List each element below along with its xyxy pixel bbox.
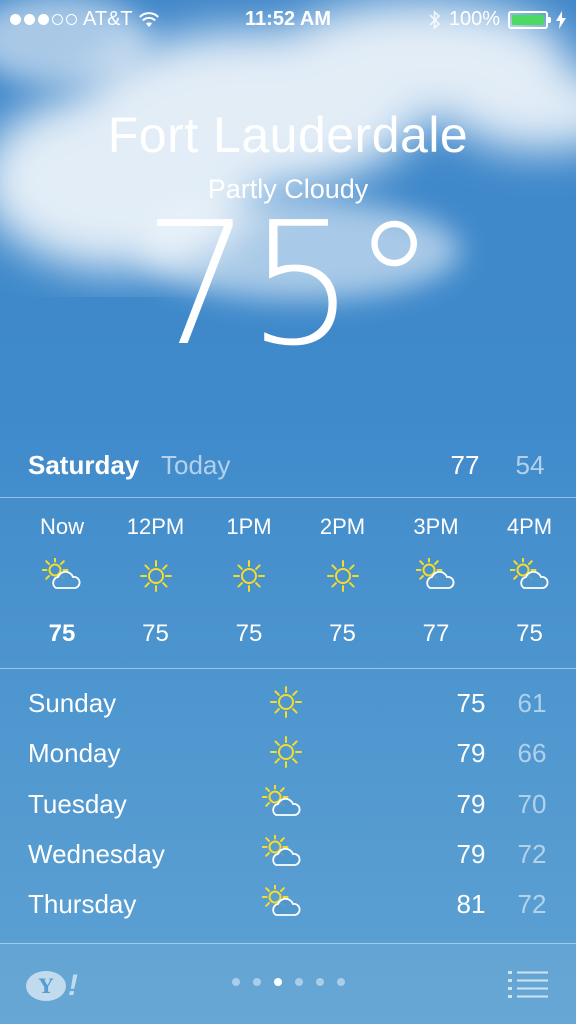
today-summary-row: Saturday Today 77 54 (0, 444, 576, 496)
day-name: Wednesday (28, 838, 165, 869)
yahoo-logo-button[interactable]: Y ! (26, 968, 78, 1004)
charging-bolt-icon (556, 10, 566, 29)
page-dot[interactable] (336, 978, 345, 986)
daily-row: Sunday 75 61 (0, 678, 576, 728)
hourly-item: 3PM 77 (391, 498, 481, 668)
degree-symbol: ° (351, 186, 437, 384)
day-name: Tuesday (28, 788, 127, 819)
sun-icon (229, 558, 269, 594)
day-high: 79 (456, 788, 486, 819)
day-low: 61 (517, 688, 547, 718)
partly-cloudy-icon (261, 783, 302, 821)
today-low: 54 (515, 450, 545, 480)
page-dot[interactable] (231, 978, 240, 986)
day-name: Monday (28, 738, 121, 769)
page-dot[interactable] (252, 978, 261, 986)
battery-percent: 100% (448, 8, 500, 30)
day-name: Sunday (28, 688, 117, 718)
hour-temp: 75 (329, 620, 356, 647)
sun-icon (266, 734, 306, 770)
temperature-value: 75 (143, 186, 355, 384)
today-day: Saturday (28, 450, 140, 480)
day-low: 66 (517, 738, 547, 769)
current-temperature: 75° (0, 200, 576, 370)
page-dot[interactable] (294, 978, 303, 986)
hourly-forecast[interactable]: Now 75 12PM 75 1PM 75 2PM 75 3PM 77 4PM 75 (0, 498, 576, 668)
sun-icon (266, 684, 306, 720)
hourly-item: Now 75 (17, 498, 107, 668)
day-high: 81 (456, 889, 486, 920)
hour-label: 3PM (413, 514, 459, 539)
hour-temp: 75 (516, 620, 543, 647)
daily-row: Thursday 81 72 (0, 879, 576, 929)
hour-label: 4PM (506, 514, 553, 539)
hour-temp: 75 (142, 620, 169, 647)
partly-cloudy-icon (41, 556, 82, 594)
hourly-item: 4PM 75 (485, 498, 575, 668)
partly-cloudy-icon (261, 883, 302, 921)
list-icon[interactable] (508, 970, 548, 998)
bluetooth-icon (429, 9, 441, 30)
city-name: Fort Lauderdale (107, 107, 469, 163)
hour-label: 1PM (226, 514, 272, 539)
partly-cloudy-icon (415, 556, 456, 594)
daily-row: Tuesday 79 70 (0, 779, 576, 829)
hourly-item: 2PM 75 (298, 498, 388, 668)
status-bar: AT&T 11:52 AM 100% (0, 0, 576, 38)
day-low: 70 (517, 788, 547, 819)
hour-temp: 75 (235, 620, 263, 647)
day-high: 79 (456, 738, 486, 769)
hour-label: 2PM (319, 514, 366, 539)
today-high: 77 (450, 450, 480, 480)
day-low: 72 (517, 838, 547, 869)
daily-row: Monday 79 66 (0, 728, 576, 778)
partly-cloudy-icon (509, 556, 550, 594)
hour-label: Now (39, 514, 84, 539)
day-high: 75 (456, 688, 486, 718)
yahoo-logo-bang: ! (68, 969, 78, 1002)
page-indicator[interactable] (0, 978, 576, 986)
partly-cloudy-icon (261, 833, 302, 871)
hour-label: 12PM (126, 514, 185, 539)
daily-row: Wednesday 79 72 (0, 829, 576, 879)
hourly-item: 1PM 75 (204, 498, 294, 668)
today-label: Today (161, 450, 231, 480)
hour-temp: 75 (48, 620, 76, 647)
sun-icon (136, 558, 176, 594)
day-low: 72 (517, 889, 547, 920)
yahoo-logo-icon: Y (26, 971, 66, 1001)
sun-icon (323, 558, 363, 594)
battery-icon (508, 10, 551, 29)
hour-temp: 77 (422, 620, 450, 647)
hourly-item: 12PM 75 (111, 498, 201, 668)
day-high: 79 (456, 838, 486, 869)
page-dot[interactable] (315, 978, 324, 986)
day-name: Thursday (28, 889, 137, 920)
divider (0, 668, 576, 669)
bottom-toolbar: Y ! (0, 944, 576, 1024)
page-dot[interactable] (273, 978, 282, 986)
